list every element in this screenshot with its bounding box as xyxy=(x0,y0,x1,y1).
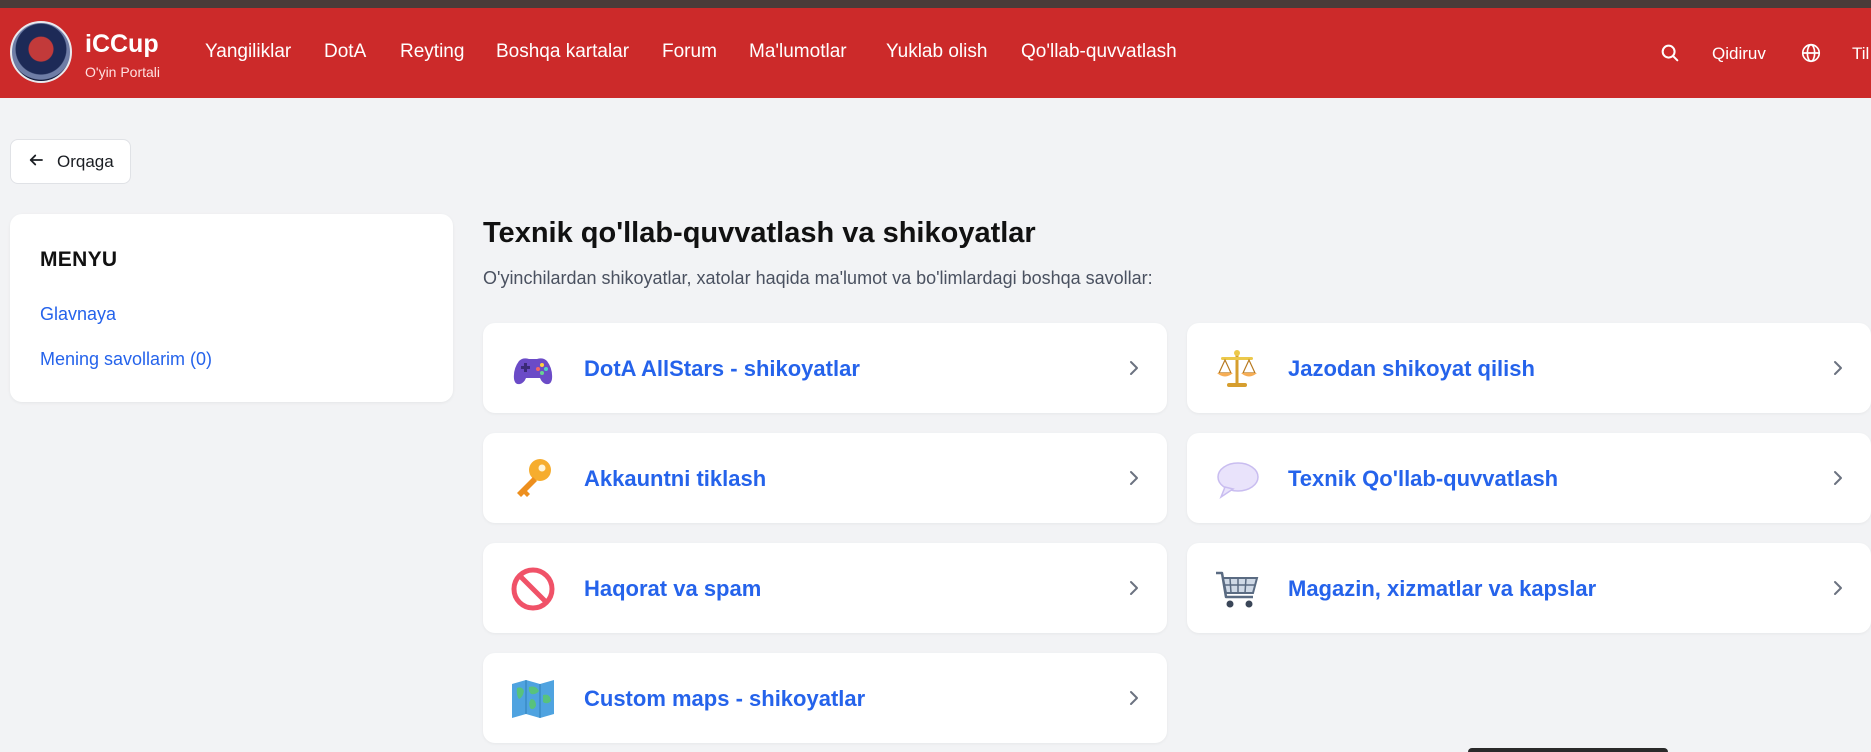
nav-item-forum[interactable]: Forum xyxy=(662,41,717,63)
category-card-appeal[interactable]: Jazodan shikoyat qilish xyxy=(1187,323,1871,413)
top-navbar: iCCup O'yin Portali Yangiliklar DotA Rey… xyxy=(0,8,1871,98)
bottom-overlay-bar xyxy=(1468,748,1668,752)
category-label: Haqorat va spam xyxy=(584,576,762,601)
category-label: Akkauntni tiklash xyxy=(584,466,767,491)
chevron-right-icon xyxy=(1125,468,1143,488)
globe-icon[interactable] xyxy=(1800,42,1822,64)
page-description: O'yinchilardan shikoyatlar, xatolar haqi… xyxy=(483,268,1153,288)
nav-item-yuklab-olish[interactable]: Yuklab olish xyxy=(886,41,987,63)
search-icon[interactable] xyxy=(1659,42,1681,64)
nav-item-malumotlar[interactable]: Ma'lumotlar xyxy=(749,41,847,63)
category-label: Jazodan shikoyat qilish xyxy=(1288,356,1535,381)
back-button[interactable]: Orqaga xyxy=(10,139,131,184)
category-card-spam[interactable]: Haqorat va spam xyxy=(483,543,1167,633)
brand-subtitle: O'yin Portali xyxy=(85,64,161,80)
category-card-shop[interactable]: Magazin, xizmatlar va kapslar xyxy=(1187,543,1871,633)
menu-title: MENYU xyxy=(40,248,118,271)
category-card-account-recovery[interactable]: Akkauntni tiklash xyxy=(483,433,1167,523)
balance-scale-icon xyxy=(1213,345,1261,393)
brand-title[interactable]: iCCup xyxy=(85,30,159,59)
category-label: Magazin, xizmatlar va kapslar xyxy=(1288,576,1597,601)
nav-item-dota[interactable]: DotA xyxy=(324,41,366,63)
nav-item-boshqa-kartalar[interactable]: Boshqa kartalar xyxy=(496,41,629,63)
category-card-tech-support[interactable]: Texnik Qo'llab-quvvatlash xyxy=(1187,433,1871,523)
category-card-custom-maps[interactable]: Custom maps - shikoyatlar xyxy=(483,653,1167,743)
chevron-right-icon xyxy=(1829,468,1847,488)
prohibited-icon xyxy=(509,565,557,613)
chevron-right-icon xyxy=(1125,358,1143,378)
back-button-label: Orqaga xyxy=(57,151,114,171)
top-border xyxy=(0,0,1871,8)
chevron-right-icon xyxy=(1829,578,1847,598)
category-label: Custom maps - shikoyatlar xyxy=(584,686,866,711)
language-link[interactable]: Til xyxy=(1852,44,1869,64)
category-label: DotA AllStars - shikoyatlar xyxy=(584,356,860,381)
shopping-cart-icon xyxy=(1213,565,1261,613)
nav-item-yangiliklar[interactable]: Yangiliklar xyxy=(205,41,291,63)
category-label: Texnik Qo'llab-quvvatlash xyxy=(1288,466,1559,491)
arrow-left-icon xyxy=(27,151,45,172)
menu-link-my-questions[interactable]: Mening savollarim (0) xyxy=(40,349,212,370)
nav-item-support[interactable]: Qo'llab-quvvatlash xyxy=(1021,41,1177,63)
nav-item-reyting[interactable]: Reyting xyxy=(400,41,464,63)
key-icon xyxy=(509,455,557,503)
category-card-dota[interactable]: DotA AllStars - shikoyatlar xyxy=(483,323,1167,413)
sidebar-menu: MENYU Glavnaya Mening savollarim (0) xyxy=(10,214,453,402)
game-controller-icon xyxy=(509,345,557,393)
speech-bubble-icon xyxy=(1213,455,1261,503)
chevron-right-icon xyxy=(1125,578,1143,598)
world-map-icon xyxy=(509,675,557,723)
chevron-right-icon xyxy=(1829,358,1847,378)
chevron-right-icon xyxy=(1125,688,1143,708)
menu-link-glavnaya[interactable]: Glavnaya xyxy=(40,304,116,325)
iccup-logo[interactable] xyxy=(10,21,72,83)
search-link[interactable]: Qidiruv xyxy=(1712,44,1766,64)
page-title: Texnik qo'llab-quvvatlash va shikoyatlar xyxy=(483,217,1036,249)
